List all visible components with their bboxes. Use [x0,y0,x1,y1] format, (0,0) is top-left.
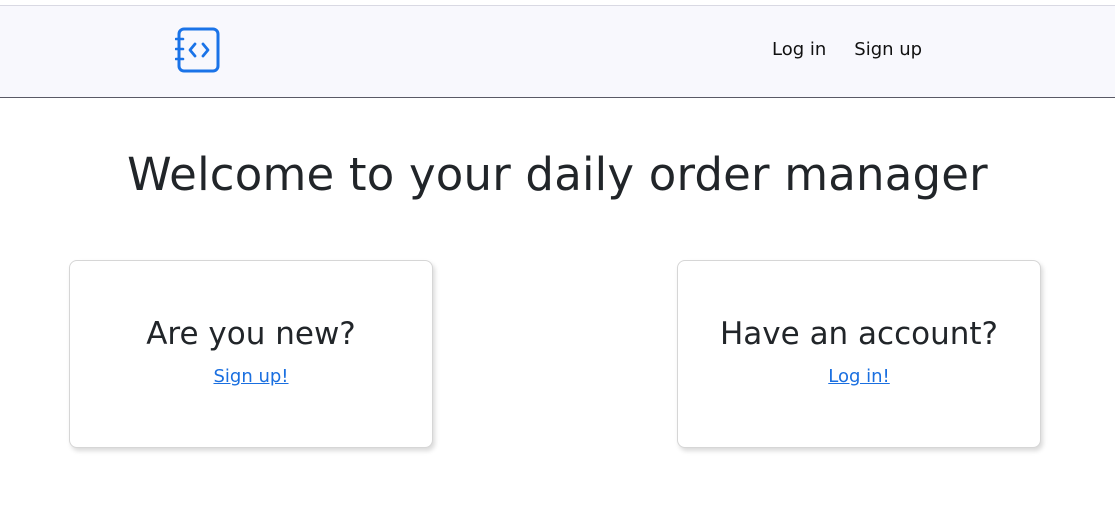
new-user-heading: Are you new? [146,316,356,352]
nav-signup-link[interactable]: Sign up [854,39,922,60]
nav-login-link[interactable]: Log in [772,39,826,60]
code-notebook-icon[interactable] [174,27,221,73]
nav-links: Log in Sign up [772,39,922,60]
navbar: Log in Sign up [0,6,1115,98]
existing-user-card: Have an account? Log in! [677,260,1041,448]
login-link[interactable]: Log in! [678,366,1040,387]
page-title: Welcome to your daily order manager [127,148,988,201]
signup-link[interactable]: Sign up! [70,366,432,387]
existing-user-heading: Have an account? [719,316,999,352]
new-user-card: Are you new? Sign up! [69,260,433,448]
